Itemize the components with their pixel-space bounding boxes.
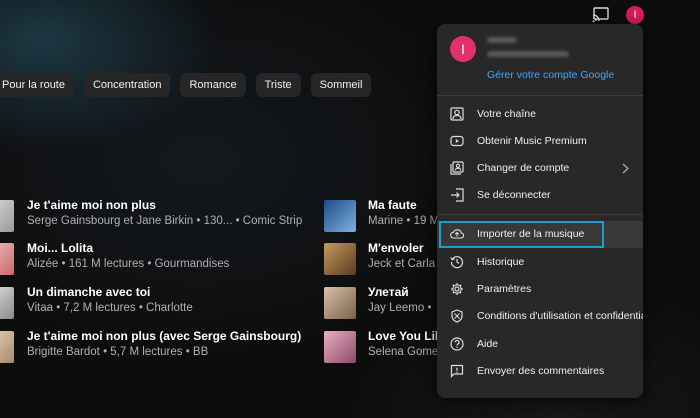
album-art (0, 331, 14, 363)
menu-item-label: Historique (477, 256, 525, 268)
manage-account-link[interactable]: Gérer votre compte Google (487, 69, 614, 81)
album-art (0, 287, 14, 319)
account-menu: I Gérer votre compte Google Votre chaîne… (437, 24, 643, 398)
list-item[interactable]: Un dimanche avec toi Vitaa • 7,2 M lectu… (0, 285, 300, 321)
song-title[interactable]: Un dimanche avec toi (27, 285, 150, 299)
menu-item-label: Votre chaîne (477, 108, 536, 120)
menu-item-aide[interactable]: Aide (437, 331, 643, 358)
account-avatar[interactable]: I (626, 6, 644, 24)
switch-account-icon (450, 161, 464, 175)
song-meta: Vitaa • 7,2 M lectures • Charlotte (27, 302, 193, 314)
song-meta: Serge Gainsbourg et Jane Birkin • 130...… (27, 215, 303, 227)
album-art (0, 243, 14, 275)
song-title[interactable]: Je t'aime moi non plus (avec Serge Gains… (27, 329, 301, 343)
menu-item-label: Envoyer des commentaires (477, 365, 605, 377)
gear-icon (451, 283, 463, 295)
song-meta: Brigitte Bardot • 5,7 M lectures • BB (27, 346, 209, 358)
song-meta: Jeck et Carla • (368, 258, 437, 270)
song-title[interactable]: Moi... Lolita (27, 241, 93, 255)
chip-romance[interactable]: Romance (180, 73, 246, 97)
menu-item-se-deconnecter[interactable]: Se déconnecter (437, 182, 643, 209)
chevron-right-icon (622, 163, 629, 174)
song-meta: Alizée • 161 M lectures • Gourmandises (27, 258, 230, 270)
menu-avatar: I (450, 36, 476, 62)
mood-chips: Pour la route Concentration Romance Tris… (0, 73, 372, 97)
list-item[interactable]: Je t'aime moi non plus Serge Gainsbourg … (0, 198, 303, 234)
album-art (324, 287, 356, 319)
menu-item-votre-chaine[interactable]: Votre chaîne (437, 101, 643, 128)
sign-out-icon (451, 188, 464, 202)
list-item[interactable]: Love You Like Selena Gomez (324, 329, 437, 365)
song-title[interactable]: Улетай (368, 285, 409, 299)
list-item[interactable]: M'envoler Jeck et Carla • (324, 241, 437, 277)
album-art (324, 200, 356, 232)
menu-item-music-premium[interactable]: Obtenir Music Premium (437, 128, 643, 155)
menu-item-historique[interactable]: Historique (437, 249, 643, 276)
divider (437, 214, 643, 215)
list-item[interactable]: Улетай Jay Leemo • (324, 285, 437, 321)
menu-item-label: Aide (477, 338, 499, 350)
album-art (0, 200, 14, 232)
song-meta: Marine • 19 M (368, 215, 437, 227)
menu-item-label: Obtenir Music Premium (477, 135, 587, 147)
menu-item-label: Paramètres (477, 283, 532, 295)
menu-item-label: Conditions d'utilisation et confidential… (477, 310, 643, 322)
list-item[interactable]: Ma faute Marine • 19 M (324, 198, 437, 234)
shield-icon (451, 309, 463, 323)
blurred-account-name (487, 37, 517, 43)
menu-item-label: Se déconnecter (477, 189, 551, 201)
song-title[interactable]: M'envoler (368, 241, 424, 255)
list-item[interactable]: Moi... Lolita Alizée • 161 M lectures • … (0, 241, 300, 277)
cloud-upload-icon (450, 229, 464, 239)
person-box-icon (450, 107, 464, 121)
chip-sommeil[interactable]: Sommeil (310, 73, 372, 97)
album-art (324, 243, 356, 275)
song-title[interactable]: Ma faute (368, 198, 417, 212)
menu-item-label: Importer de la musique (477, 228, 585, 240)
song-title[interactable]: Je t'aime moi non plus (27, 198, 156, 212)
feedback-icon (450, 364, 464, 378)
menu-item-importer-musique[interactable]: Importer de la musique (437, 221, 643, 248)
help-icon (450, 337, 464, 351)
blurred-account-email (487, 51, 569, 57)
menu-item-conditions[interactable]: Conditions d'utilisation et confidential… (437, 303, 643, 330)
menu-item-label: Changer de compte (477, 162, 570, 174)
chip-concentration[interactable]: Concentration (83, 73, 171, 97)
menu-item-changer-de-compte[interactable]: Changer de compte (437, 155, 643, 182)
chip-triste[interactable]: Triste (255, 73, 301, 97)
chip-pour-la-route[interactable]: Pour la route (0, 73, 74, 97)
divider (437, 95, 643, 96)
song-meta: Selena Gomez (368, 346, 437, 358)
history-icon (450, 256, 464, 269)
list-item[interactable]: Je t'aime moi non plus (avec Serge Gains… (0, 329, 301, 365)
play-badge-icon (450, 135, 464, 147)
cast-icon[interactable] (592, 7, 610, 23)
menu-item-parametres[interactable]: Paramètres (437, 276, 643, 303)
album-art (324, 331, 356, 363)
song-meta: Jay Leemo • (368, 302, 432, 314)
menu-item-commentaires[interactable]: Envoyer des commentaires (437, 358, 643, 385)
song-title[interactable]: Love You Like (368, 329, 437, 343)
